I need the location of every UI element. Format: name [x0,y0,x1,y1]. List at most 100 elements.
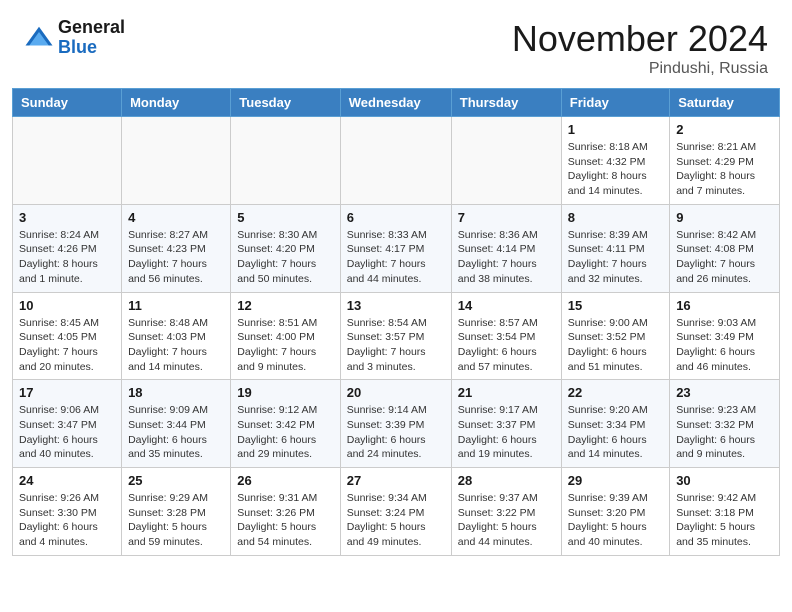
day-info: Sunrise: 9:39 AM Sunset: 3:20 PM Dayligh… [568,491,663,550]
day-number: 19 [237,385,333,400]
day-number: 18 [128,385,224,400]
day-number: 28 [458,473,555,488]
calendar-cell: 9 Sunrise: 8:42 AM Sunset: 4:08 PM Daylig… [670,204,780,292]
calendar-cell: 28 Sunrise: 9:37 AM Sunset: 3:22 PM Dayli… [451,468,561,556]
calendar-cell: 5Sunrise: 8:30 AM Sunset: 4:20 PM Daylig… [231,204,340,292]
day-number: 29 [568,473,663,488]
day-info: Sunrise: 8:48 AM Sunset: 4:03 PM Dayligh… [128,316,224,375]
day-number: 25 [128,473,224,488]
calendar-cell: 2Sunrise: 8:21 AM Sunset: 4:29 PM Daylig… [670,117,780,205]
day-number: 13 [347,298,445,313]
calendar-cell: 18 Sunrise: 9:09 AM Sunset: 3:44 PM Dayli… [122,380,231,468]
calendar-cell: 15Sunrise: 9:00 AM Sunset: 3:52 PM Dayli… [561,292,669,380]
calendar-cell: 14 Sunrise: 8:57 AM Sunset: 3:54 PM Dayli… [451,292,561,380]
calendar-week-3: 10 Sunrise: 8:45 AM Sunset: 4:05 PM Dayli… [13,292,780,380]
calendar-cell: 16Sunrise: 9:03 AM Sunset: 3:49 PM Dayli… [670,292,780,380]
day-info: Sunrise: 8:21 AM Sunset: 4:29 PM Dayligh… [676,140,773,199]
day-info: Sunrise: 9:17 AM Sunset: 3:37 PM Dayligh… [458,403,555,462]
title-area: November 2024 Pindushi, Russia [512,18,768,78]
day-number: 27 [347,473,445,488]
day-info: Sunrise: 8:54 AM Sunset: 3:57 PM Dayligh… [347,316,445,375]
calendar-cell: 26 Sunrise: 9:31 AM Sunset: 3:26 PM Dayli… [231,468,340,556]
day-info: Sunrise: 9:23 AM Sunset: 3:32 PM Dayligh… [676,403,773,462]
header-friday: Friday [561,89,669,117]
day-number: 26 [237,473,333,488]
calendar-cell: 3 Sunrise: 8:24 AM Sunset: 4:26 PM Daylig… [13,204,122,292]
day-info: Sunrise: 8:51 AM Sunset: 4:00 PM Dayligh… [237,316,333,375]
page-header: General Blue November 2024 Pindushi, Rus… [0,0,792,88]
day-number: 23 [676,385,773,400]
weekday-header-row: Sunday Monday Tuesday Wednesday Thursday… [13,89,780,117]
day-info: Sunrise: 8:39 AM Sunset: 4:11 PM Dayligh… [568,228,663,287]
calendar-cell: 21 Sunrise: 9:17 AM Sunset: 3:37 PM Dayli… [451,380,561,468]
calendar-cell: 24 Sunrise: 9:26 AM Sunset: 3:30 PM Dayli… [13,468,122,556]
day-number: 22 [568,385,663,400]
day-info: Sunrise: 8:27 AM Sunset: 4:23 PM Dayligh… [128,228,224,287]
calendar-week-4: 17 Sunrise: 9:06 AM Sunset: 3:47 PM Dayli… [13,380,780,468]
logo-icon [24,23,54,53]
calendar-cell: 6Sunrise: 8:33 AM Sunset: 4:17 PM Daylig… [340,204,451,292]
day-number: 8 [568,210,663,225]
day-info: Sunrise: 8:33 AM Sunset: 4:17 PM Dayligh… [347,228,445,287]
day-number: 24 [19,473,115,488]
calendar-cell: 19Sunrise: 9:12 AM Sunset: 3:42 PM Dayli… [231,380,340,468]
logo-general: General [58,18,125,38]
calendar-cell [451,117,561,205]
calendar-cell: 11 Sunrise: 8:48 AM Sunset: 4:03 PM Dayli… [122,292,231,380]
header-wednesday: Wednesday [340,89,451,117]
day-number: 12 [237,298,333,313]
day-info: Sunrise: 8:30 AM Sunset: 4:20 PM Dayligh… [237,228,333,287]
calendar-cell: 7Sunrise: 8:36 AM Sunset: 4:14 PM Daylig… [451,204,561,292]
day-number: 14 [458,298,555,313]
day-number: 21 [458,385,555,400]
day-number: 15 [568,298,663,313]
day-number: 3 [19,210,115,225]
day-info: Sunrise: 8:45 AM Sunset: 4:05 PM Dayligh… [19,316,115,375]
day-info: Sunrise: 9:06 AM Sunset: 3:47 PM Dayligh… [19,403,115,462]
calendar-cell: 29 Sunrise: 9:39 AM Sunset: 3:20 PM Dayli… [561,468,669,556]
day-info: Sunrise: 9:09 AM Sunset: 3:44 PM Dayligh… [128,403,224,462]
calendar-cell: 4Sunrise: 8:27 AM Sunset: 4:23 PM Daylig… [122,204,231,292]
day-info: Sunrise: 9:34 AM Sunset: 3:24 PM Dayligh… [347,491,445,550]
calendar-table: Sunday Monday Tuesday Wednesday Thursday… [12,88,780,556]
day-info: Sunrise: 9:42 AM Sunset: 3:18 PM Dayligh… [676,491,773,550]
calendar-cell: 8 Sunrise: 8:39 AM Sunset: 4:11 PM Daylig… [561,204,669,292]
calendar-cell: 12 Sunrise: 8:51 AM Sunset: 4:00 PM Dayli… [231,292,340,380]
calendar-cell: 23 Sunrise: 9:23 AM Sunset: 3:32 PM Dayli… [670,380,780,468]
calendar-week-5: 24 Sunrise: 9:26 AM Sunset: 3:30 PM Dayli… [13,468,780,556]
day-info: Sunrise: 9:26 AM Sunset: 3:30 PM Dayligh… [19,491,115,550]
header-monday: Monday [122,89,231,117]
day-info: Sunrise: 9:20 AM Sunset: 3:34 PM Dayligh… [568,403,663,462]
day-number: 17 [19,385,115,400]
day-info: Sunrise: 9:29 AM Sunset: 3:28 PM Dayligh… [128,491,224,550]
calendar-week-2: 3 Sunrise: 8:24 AM Sunset: 4:26 PM Daylig… [13,204,780,292]
calendar-cell [13,117,122,205]
calendar-week-1: 1Sunrise: 8:18 AM Sunset: 4:32 PM Daylig… [13,117,780,205]
day-number: 11 [128,298,224,313]
day-number: 9 [676,210,773,225]
day-info: Sunrise: 9:37 AM Sunset: 3:22 PM Dayligh… [458,491,555,550]
location: Pindushi, Russia [512,60,768,78]
logo: General Blue [24,18,125,58]
header-tuesday: Tuesday [231,89,340,117]
calendar-cell: 30 Sunrise: 9:42 AM Sunset: 3:18 PM Dayli… [670,468,780,556]
calendar-cell: 25 Sunrise: 9:29 AM Sunset: 3:28 PM Dayli… [122,468,231,556]
day-info: Sunrise: 8:42 AM Sunset: 4:08 PM Dayligh… [676,228,773,287]
day-number: 16 [676,298,773,313]
calendar-cell: 27 Sunrise: 9:34 AM Sunset: 3:24 PM Dayli… [340,468,451,556]
day-info: Sunrise: 8:24 AM Sunset: 4:26 PM Dayligh… [19,228,115,287]
calendar-cell [122,117,231,205]
calendar-cell [231,117,340,205]
day-info: Sunrise: 8:36 AM Sunset: 4:14 PM Dayligh… [458,228,555,287]
day-info: Sunrise: 9:14 AM Sunset: 3:39 PM Dayligh… [347,403,445,462]
calendar-cell: 20Sunrise: 9:14 AM Sunset: 3:39 PM Dayli… [340,380,451,468]
logo-blue: Blue [58,38,125,58]
header-sunday: Sunday [13,89,122,117]
header-thursday: Thursday [451,89,561,117]
day-info: Sunrise: 9:31 AM Sunset: 3:26 PM Dayligh… [237,491,333,550]
calendar-cell: 1Sunrise: 8:18 AM Sunset: 4:32 PM Daylig… [561,117,669,205]
day-info: Sunrise: 8:57 AM Sunset: 3:54 PM Dayligh… [458,316,555,375]
calendar-cell: 17 Sunrise: 9:06 AM Sunset: 3:47 PM Dayli… [13,380,122,468]
day-number: 30 [676,473,773,488]
day-number: 10 [19,298,115,313]
